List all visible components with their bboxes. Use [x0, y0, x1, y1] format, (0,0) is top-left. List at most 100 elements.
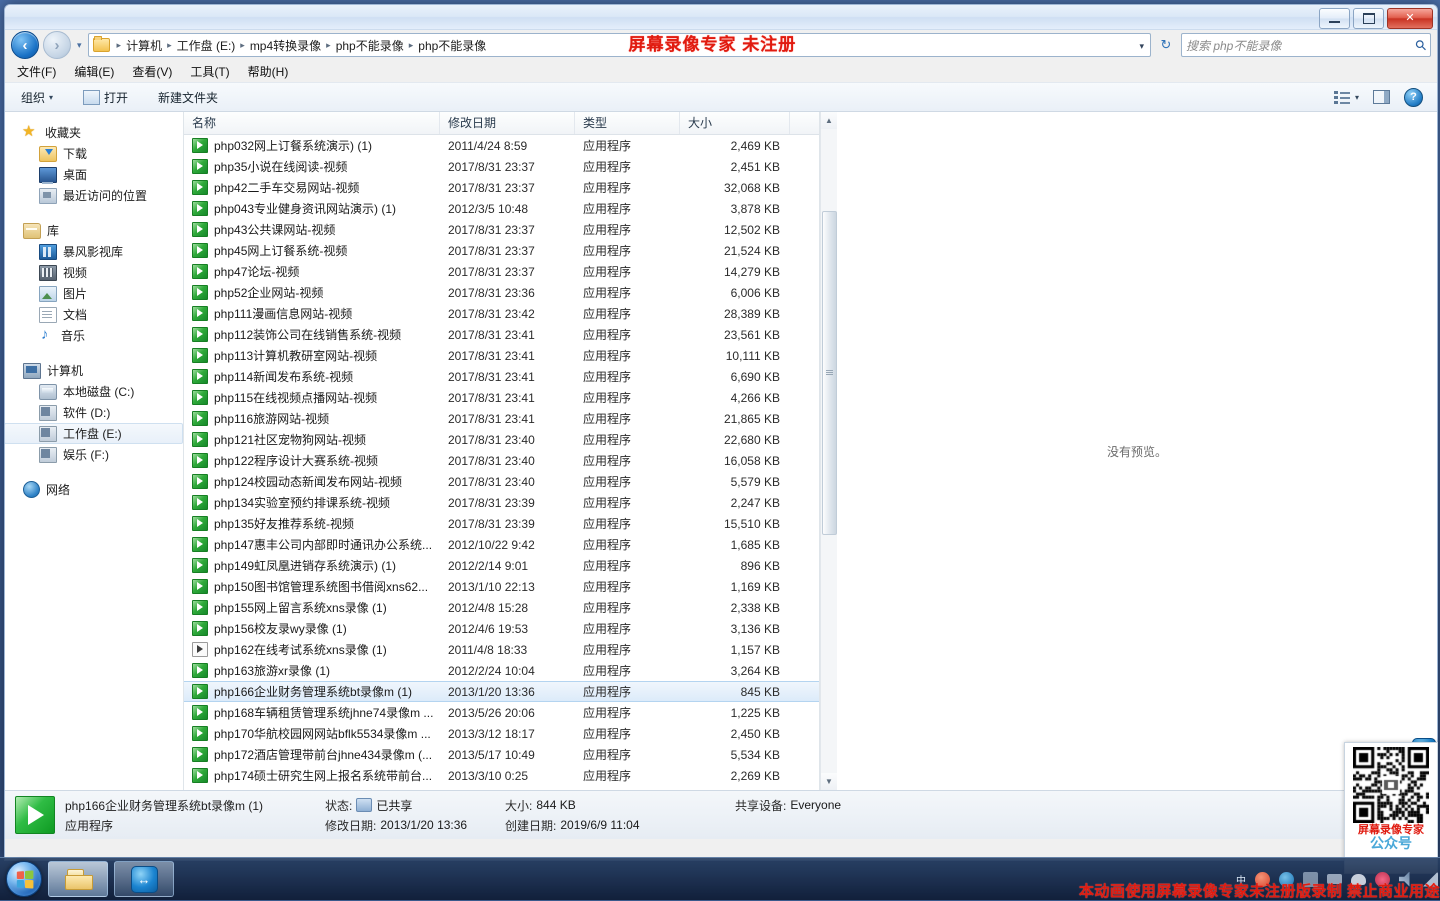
table-row[interactable]: php122程序设计大赛系统-视频2017/8/31 23:40应用程序16,0… [184, 450, 819, 471]
refresh-button[interactable]: ↻ [1155, 34, 1177, 56]
table-row[interactable]: php42二手车交易网站-视频2017/8/31 23:37应用程序32,068… [184, 177, 819, 198]
breadcrumb-item-4[interactable]: ▸php不能录像 [404, 37, 487, 54]
sidebar-item-documents[interactable]: 文档 [5, 304, 183, 325]
table-row[interactable]: php156校友录wy录像 (1)2012/4/6 19:53应用程序3,136… [184, 618, 819, 639]
menu-item-help[interactable]: 帮助(H) [248, 63, 289, 80]
table-row[interactable]: php043专业健身资讯网站演示) (1)2012/3/5 10:48应用程序3… [184, 198, 819, 219]
menu-item-view[interactable]: 查看(V) [132, 63, 172, 80]
breadcrumb-item-3[interactable]: ▸php不能录像 [321, 37, 404, 54]
new-folder-button[interactable]: 新建文件夹 [152, 86, 224, 108]
application-icon [192, 306, 208, 321]
menu-item-edit[interactable]: 编辑(E) [74, 63, 114, 80]
sidebar-item-videos[interactable]: 视频 [5, 262, 183, 283]
sidebar-item-libraries[interactable]: 库 [5, 220, 183, 241]
file-type-icon [15, 796, 55, 834]
sidebar-item-drive-d[interactable]: 软件 (D:) [5, 402, 183, 423]
scrollbar-thumb[interactable] [822, 211, 837, 535]
table-row[interactable]: php35小说在线阅读-视频2017/8/31 23:37应用程序2,451 K… [184, 156, 819, 177]
menu-item-file[interactable]: 文件(F) [17, 63, 56, 80]
scrollbar-track[interactable] [821, 129, 837, 773]
back-button[interactable]: ‹ [11, 31, 39, 59]
breadcrumb-item-2[interactable]: ▸mp4转换录像 [235, 37, 321, 54]
file-date-cell: 2013/5/26 20:06 [440, 706, 575, 720]
table-row[interactable]: php52企业网站-视频2017/8/31 23:36应用程序6,006 KB [184, 282, 819, 303]
help-icon[interactable]: ? [1404, 88, 1423, 107]
table-row[interactable]: php032网上订餐系统演示) (1)2011/4/24 8:59应用程序2,4… [184, 135, 819, 156]
sidebar-item-music[interactable]: 音乐 [5, 325, 183, 346]
recent-pages-caret-icon[interactable]: ▾ [75, 40, 84, 51]
sidebar-item-drive-c[interactable]: 本地磁盘 (C:) [5, 381, 183, 402]
table-row[interactable]: php166企业财务管理系统bt录像m (1)2013/1/20 13:36应用… [184, 681, 819, 702]
menu-item-tools[interactable]: 工具(T) [190, 63, 229, 80]
sidebar-item-recent-places[interactable]: 最近访问的位置 [5, 185, 183, 206]
table-row[interactable]: php170华航校园网网站bflk5534录像m ...2013/3/12 18… [184, 723, 819, 744]
table-row[interactable]: php114新闻发布系统-视频2017/8/31 23:41应用程序6,690 … [184, 366, 819, 387]
table-row[interactable]: php115在线视频点播网站-视频2017/8/31 23:41应用程序4,26… [184, 387, 819, 408]
close-button[interactable]: ✕ [1387, 8, 1433, 29]
videos-icon [39, 265, 57, 281]
organize-button[interactable]: 组织 ▾ [15, 86, 59, 108]
sidebar-item-network[interactable]: 网络 [5, 479, 183, 500]
table-row[interactable]: php47论坛-视频2017/8/31 23:37应用程序14,279 KB [184, 261, 819, 282]
file-name-cell: php163旅游xr录像 (1) [184, 662, 440, 679]
file-type-cell: 应用程序 [575, 683, 680, 700]
table-row[interactable]: php45网上订餐系统-视频2017/8/31 23:37应用程序21,524 … [184, 240, 819, 261]
address-dropdown-icon[interactable]: ▾ [1139, 41, 1144, 52]
table-row[interactable]: php172酒店管理带前台jhne434录像m (...2013/5/17 10… [184, 744, 819, 765]
vertical-scrollbar[interactable]: ▲ ▼ [820, 112, 837, 790]
table-row[interactable]: php121社区宠物狗网站-视频2017/8/31 23:40应用程序22,68… [184, 429, 819, 450]
breadcrumb-item-1[interactable]: ▸工作盘 (E:) [162, 37, 235, 54]
column-header-type[interactable]: 类型 [575, 112, 680, 134]
table-row[interactable]: php174硕士研究生网上报名系统带前台...2013/3/10 0:25应用程… [184, 765, 819, 786]
table-row[interactable]: php113计算机教研室网站-视频2017/8/31 23:41应用程序10,1… [184, 345, 819, 366]
file-name-cell: php156校友录wy录像 (1) [184, 620, 440, 637]
table-row[interactable]: php168车辆租赁管理系统jhne74录像m ...2013/5/26 20:… [184, 702, 819, 723]
sidebar-item-favorites[interactable]: 收藏夹 [5, 122, 183, 143]
table-row[interactable]: php162在线考试系统xns录像 (1)2011/4/8 18:33应用程序1… [184, 639, 819, 660]
change-view-button[interactable]: ▾ [1334, 91, 1359, 104]
sidebar-item-pictures[interactable]: 图片 [5, 283, 183, 304]
table-row[interactable]: php112装饰公司在线销售系统-视频2017/8/31 23:41应用程序23… [184, 324, 819, 345]
minimize-button[interactable] [1319, 8, 1350, 29]
table-row[interactable]: php149虹凤凰进销存系统演示) (1)2012/2/14 9:01应用程序8… [184, 555, 819, 576]
sidebar-item-drive-f[interactable]: 娱乐 (F:) [5, 444, 183, 465]
details-line-2: 应用程序 修改日期: 2013/1/20 13:36 创建日期: 2019/6/… [65, 817, 1427, 834]
open-button[interactable]: 打开 [77, 86, 134, 108]
preview-pane-button[interactable] [1373, 90, 1390, 104]
table-row[interactable]: php124校园动态新闻发布网站-视频2017/8/31 23:40应用程序5,… [184, 471, 819, 492]
table-row[interactable]: php150图书馆管理系统图书借阅xns62...2013/1/10 22:13… [184, 576, 819, 597]
sidebar-item-downloads[interactable]: 下载 [5, 143, 183, 164]
sidebar-item-desktop[interactable]: 桌面 [5, 164, 183, 185]
scroll-up-button[interactable]: ▲ [821, 112, 837, 129]
column-header-size[interactable]: 大小 [680, 112, 790, 134]
column-header-name[interactable]: 名称 [184, 112, 440, 134]
table-row[interactable]: php155网上留言系统xns录像 (1)2012/4/8 15:28应用程序2… [184, 597, 819, 618]
file-date-cell: 2017/8/31 23:39 [440, 496, 575, 510]
sidebar-item-computer[interactable]: 计算机 [5, 360, 183, 381]
table-row[interactable]: php163旅游xr录像 (1)2012/2/24 10:04应用程序3,264… [184, 660, 819, 681]
sidebar-item-baofeng[interactable]: 暴风影视库 [5, 241, 183, 262]
forward-button[interactable]: › [43, 31, 71, 59]
sidebar-item-label: 下载 [63, 145, 87, 162]
file-type-cell: 应用程序 [575, 221, 680, 238]
scroll-down-button[interactable]: ▼ [821, 773, 837, 790]
column-header-date[interactable]: 修改日期 [440, 112, 575, 134]
sidebar-item-drive-e[interactable]: 工作盘 (E:) [5, 423, 183, 444]
application-icon [192, 453, 208, 468]
table-row[interactable]: php135好友推荐系统-视频2017/8/31 23:39应用程序15,510… [184, 513, 819, 534]
file-date-cell: 2017/8/31 23:41 [440, 349, 575, 363]
file-name-cell: php42二手车交易网站-视频 [184, 179, 440, 196]
table-row[interactable]: php147惠丰公司内部即时通讯办公系统...2012/10/22 9:42应用… [184, 534, 819, 555]
breadcrumb-item-0[interactable]: ▸计算机 [112, 37, 163, 54]
table-row[interactable]: php116旅游网站-视频2017/8/31 23:41应用程序21,865 K… [184, 408, 819, 429]
table-row[interactable]: php43公共课网站-视频2017/8/31 23:37应用程序12,502 K… [184, 219, 819, 240]
breadcrumb-label: 计算机 [126, 37, 162, 54]
table-row[interactable]: php111漫画信息网站-视频2017/8/31 23:42应用程序28,389… [184, 303, 819, 324]
file-size-cell: 5,579 KB [680, 475, 790, 489]
search-input[interactable]: 搜索 php不能录像 ⚲ [1181, 33, 1431, 57]
details-filetype: 应用程序 [65, 817, 325, 834]
breadcrumb[interactable]: ▸计算机 ▸工作盘 (E:) ▸mp4转换录像 ▸php不能录像 ▸php不能录… [88, 33, 1151, 57]
table-row[interactable]: php134实验室预约排课系统-视频2017/8/31 23:39应用程序2,2… [184, 492, 819, 513]
details-pane: php166企业财务管理系统bt录像m (1) 状态: 已共享 大小: 844 … [5, 790, 1437, 839]
maximize-button[interactable] [1353, 8, 1384, 29]
